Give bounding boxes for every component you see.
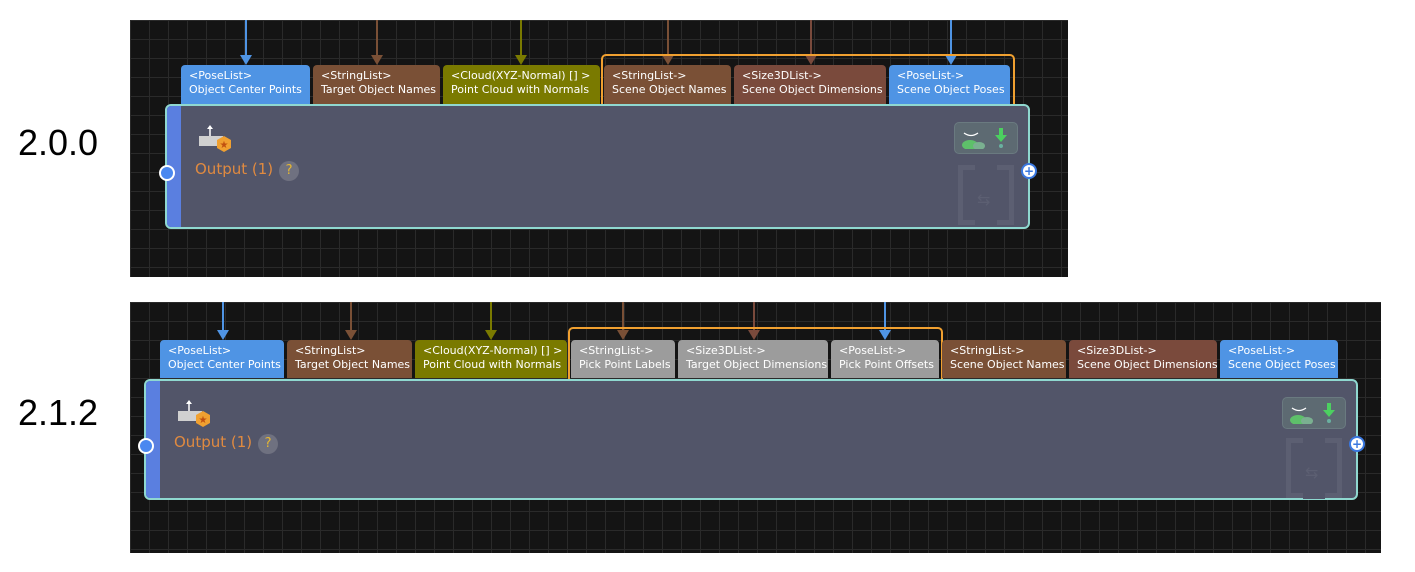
port-type: <StringList> [295, 344, 366, 357]
connection-wire [222, 302, 224, 332]
visualize-icon[interactable] [960, 127, 986, 149]
port-name: Scene Object Names [612, 83, 727, 96]
arrow-icon [371, 55, 383, 65]
output-step-node[interactable]: ★ Output (1)? + ⇆ [138, 379, 1365, 500]
port-name: Target Object Names [295, 358, 411, 371]
connection-wire [810, 20, 812, 57]
version-label: 2.1.2 [18, 392, 99, 433]
arrow-icon [515, 55, 527, 65]
connection-wire [667, 20, 669, 57]
step-bracket-icon: ⇆ [1286, 437, 1342, 499]
port-type: <Cloud(XYZ-Normal) [] > [423, 344, 563, 357]
input-port-tab[interactable]: <PoseList> Object Center Points [181, 65, 310, 104]
port-type: <StringList-> [579, 344, 654, 357]
input-port-tab[interactable]: <Cloud(XYZ-Normal) [] > Point Cloud with … [443, 65, 600, 104]
input-port-tab[interactable]: <PoseList-> Scene Object Poses [889, 65, 1010, 104]
connection-wire [520, 20, 522, 57]
port-type: <Size3DList-> [686, 344, 766, 357]
input-port-tab[interactable]: <PoseList-> Scene Object Poses [1220, 340, 1338, 378]
download-icon[interactable] [1321, 402, 1337, 424]
node-title-text: Output (1) [195, 160, 274, 178]
port-name: Scene Object Names [950, 358, 1065, 371]
port-type: <StringList-> [950, 344, 1025, 357]
connection-wire [245, 20, 247, 57]
arrow-icon [240, 55, 252, 65]
port-name: Target Object Dimensions [686, 358, 828, 371]
port-type: <PoseList> [168, 344, 232, 357]
port-name: Scene Object Dimensions [742, 83, 883, 96]
visualize-icon[interactable] [1288, 402, 1314, 424]
output-step-icon: ★ [199, 125, 231, 152]
connection-wire [950, 20, 952, 57]
connection-wire [376, 20, 378, 57]
port-type: <Cloud(XYZ-Normal) [] > [451, 69, 591, 82]
step-bracket-icon: ⇆ [958, 164, 1014, 226]
input-port-handle[interactable] [159, 165, 175, 181]
port-type: <PoseList-> [897, 69, 965, 82]
input-port-tab[interactable]: <StringList-> Pick Point Labels [571, 340, 675, 378]
port-name: Scene Object Poses [897, 83, 1005, 96]
node-title: Output (1)? [195, 160, 300, 181]
svg-text:★: ★ [199, 415, 208, 426]
port-name: Pick Point Offsets [839, 358, 934, 371]
input-port-tab[interactable]: <StringList-> Scene Object Names [604, 65, 731, 104]
canvas-panel[interactable]: <PoseList> Object Center Points <StringLis… [130, 302, 1381, 553]
svg-text:★: ★ [220, 140, 229, 151]
port-name: Pick Point Labels [579, 358, 671, 371]
arrow-icon [217, 330, 229, 340]
canvas-panel[interactable]: <PoseList> Object Center Points <StringLis… [130, 20, 1068, 277]
port-name: Object Center Points [189, 83, 302, 96]
input-port-tab[interactable]: <StringList> Target Object Names [287, 340, 412, 378]
port-type: <StringList> [321, 69, 392, 82]
port-name: Point Cloud with Normals [423, 358, 562, 371]
port-name: Point Cloud with Normals [451, 83, 590, 96]
port-type: <Size3DList-> [1077, 344, 1157, 357]
port-type: <Size3DList-> [742, 69, 822, 82]
output-step-icon: ★ [178, 400, 210, 427]
port-type: <PoseList-> [839, 344, 907, 357]
node-title-text: Output (1) [174, 433, 253, 451]
node-title: Output (1)? [174, 433, 279, 454]
add-port-icon[interactable]: + [1021, 163, 1037, 179]
port-name: Scene Object Dimensions [1077, 358, 1217, 371]
port-type: <StringList-> [612, 69, 687, 82]
port-name: Scene Object Poses [1228, 358, 1336, 371]
add-port-icon[interactable]: + [1349, 436, 1365, 452]
input-port-tab[interactable]: <Cloud(XYZ-Normal) [] > Point Cloud with … [415, 340, 567, 378]
input-port-tab[interactable]: <Size3DList-> Target Object Dimensions [678, 340, 828, 378]
version-label: 2.0.0 [18, 122, 99, 163]
help-icon[interactable]: ? [258, 434, 279, 454]
node-toolbar [954, 122, 1018, 154]
port-type: <PoseList> [189, 69, 253, 82]
port-name: Target Object Names [321, 83, 437, 96]
port-type: <PoseList-> [1228, 344, 1296, 357]
output-step-node[interactable]: ★ Output (1)? + ⇆ [159, 104, 1037, 229]
input-port-tab[interactable]: <PoseList-> Pick Point Offsets [831, 340, 939, 378]
input-port-tab[interactable]: <StringList> Target Object Names [313, 65, 440, 104]
port-name: Object Center Points [168, 358, 281, 371]
arrow-icon [485, 330, 497, 340]
help-icon[interactable]: ? [279, 161, 300, 181]
input-port-tab[interactable]: <StringList-> Scene Object Names [942, 340, 1066, 378]
node-toolbar [1282, 397, 1346, 429]
arrow-icon [345, 330, 357, 340]
input-port-tab[interactable]: <PoseList> Object Center Points [160, 340, 284, 378]
download-icon[interactable] [993, 127, 1009, 149]
connection-wire [490, 302, 492, 332]
input-port-handle[interactable] [138, 438, 154, 454]
connection-wire [350, 302, 352, 332]
input-port-tab[interactable]: <Size3DList-> Scene Object Dimensions [734, 65, 886, 104]
input-port-tab[interactable]: <Size3DList-> Scene Object Dimensions [1069, 340, 1217, 378]
